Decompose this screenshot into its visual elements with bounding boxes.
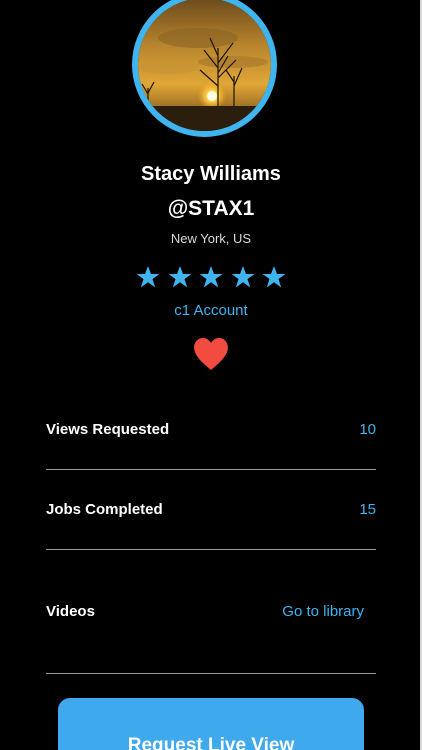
profile-screen: Stacy Williams @STAX1 New York, US c1 Ac… (0, 0, 422, 750)
go-to-library-link[interactable]: Go to library (282, 603, 364, 620)
profile-location: New York, US (170, 231, 252, 246)
stat-row-views-requested: Views Requested 10 (46, 421, 376, 441)
divider (46, 469, 376, 470)
avatar[interactable] (132, 0, 277, 137)
divider (46, 673, 376, 674)
account-type-link[interactable]: c1 Account (0, 302, 422, 319)
request-live-view-button[interactable]: Request Live View (58, 698, 364, 750)
videos-label: Videos (46, 603, 95, 620)
profile-name: Stacy Williams (141, 163, 281, 185)
sunset-photo-icon (138, 0, 271, 131)
views-requested-value: 10 (359, 421, 376, 438)
jobs-completed-label: Jobs Completed (46, 501, 163, 518)
rating-stars (136, 265, 286, 289)
profile-handle: @STAX1 (167, 197, 255, 220)
star-icon (136, 265, 160, 289)
star-icon (168, 265, 192, 289)
divider (46, 549, 376, 550)
star-icon (231, 265, 255, 289)
star-icon (199, 265, 223, 289)
stat-row-videos: Videos Go to library (46, 603, 376, 623)
views-requested-label: Views Requested (46, 421, 170, 438)
stat-row-jobs-completed: Jobs Completed 15 (46, 501, 376, 521)
star-icon (262, 265, 286, 289)
heart-icon[interactable] (193, 337, 229, 371)
jobs-completed-value: 15 (359, 501, 376, 518)
